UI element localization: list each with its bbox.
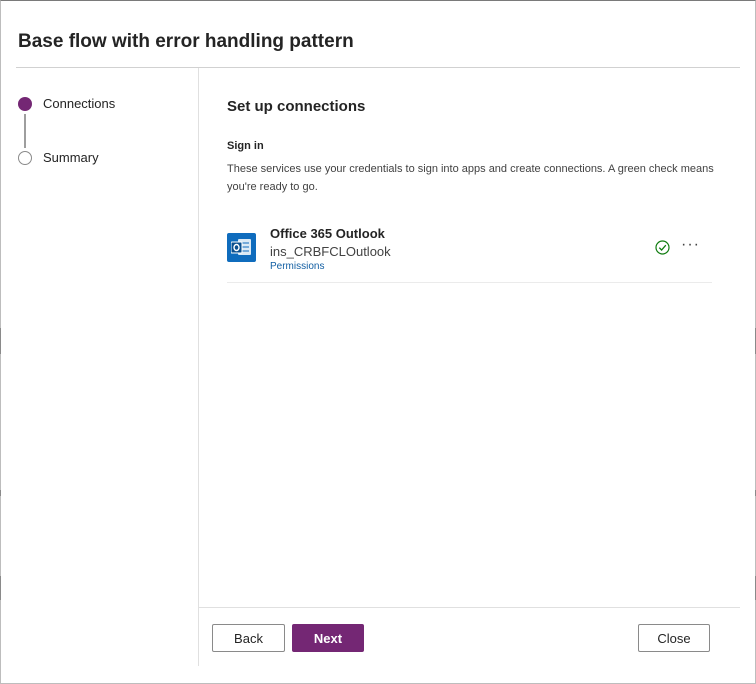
section-heading: Set up connections [227,98,366,115]
step-label: Connections [43,96,116,111]
footer-divider [199,607,740,608]
connection-row: Office 365 Outlook ins_CRBFCLOutlook Per… [227,222,712,283]
connection-name: Office 365 Outlook [270,226,385,241]
signin-description: These services use your credentials to s… [227,163,714,193]
pane-divider [198,68,199,666]
step-label: Summary [43,150,99,165]
dialog-title: Base flow with error handling pattern [18,31,354,52]
step-inactive-indicator-icon [18,150,32,165]
more-options-icon[interactable]: ··· [681,236,700,254]
outlook-icon [227,233,256,262]
check-circle-icon [655,240,670,260]
back-button[interactable]: Back [212,624,285,652]
connection-account: ins_CRBFCLOutlook [270,244,391,259]
step-active-indicator-icon [18,96,32,111]
close-button[interactable]: Close [638,624,710,652]
next-button[interactable]: Next [292,624,364,652]
step-connections[interactable]: Connections [18,96,115,111]
permissions-link[interactable]: Permissions [270,261,324,272]
step-connector-line [24,114,26,148]
step-summary[interactable]: Summary [18,150,99,165]
signin-label: Sign in [227,140,264,152]
